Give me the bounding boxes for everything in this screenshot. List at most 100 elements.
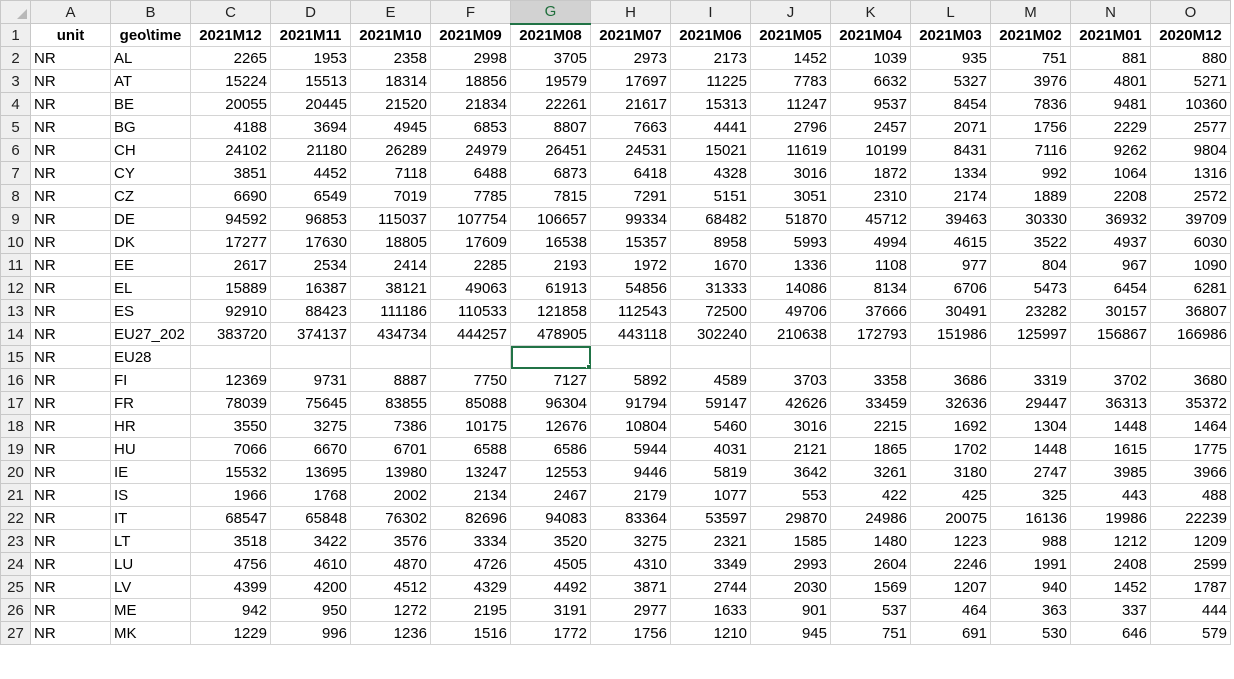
cell-n25[interactable]: 1452 (1070, 575, 1151, 599)
cell-g18[interactable]: 12676 (510, 414, 591, 438)
cell-n13[interactable]: 30157 (1070, 299, 1151, 323)
cell-b1[interactable]: geo\time (110, 23, 191, 47)
cell-l10[interactable]: 4615 (910, 230, 991, 254)
cell-l27[interactable]: 691 (910, 621, 991, 645)
cell-n9[interactable]: 36932 (1070, 207, 1151, 231)
cell-a12[interactable]: NR (30, 276, 111, 300)
cell-i18[interactable]: 5460 (670, 414, 751, 438)
cell-m4[interactable]: 7836 (990, 92, 1071, 116)
cell-k14[interactable]: 172793 (830, 322, 911, 346)
cell-e9[interactable]: 115037 (350, 207, 431, 231)
cell-o26[interactable]: 444 (1150, 598, 1231, 622)
cell-l24[interactable]: 2246 (910, 552, 991, 576)
cell-c16[interactable]: 12369 (190, 368, 271, 392)
cell-k22[interactable]: 24986 (830, 506, 911, 530)
cell-n1[interactable]: 2021M01 (1070, 23, 1151, 47)
row-header[interactable]: 12 (0, 276, 31, 300)
cell-a18[interactable]: NR (30, 414, 111, 438)
cell-n2[interactable]: 881 (1070, 46, 1151, 70)
cell-g9[interactable]: 106657 (510, 207, 591, 231)
cell-k24[interactable]: 2604 (830, 552, 911, 576)
cell-m17[interactable]: 29447 (990, 391, 1071, 415)
cell-a5[interactable]: NR (30, 115, 111, 139)
column-header-j[interactable]: J (750, 0, 831, 24)
cell-n21[interactable]: 443 (1070, 483, 1151, 507)
cell-d7[interactable]: 4452 (270, 161, 351, 185)
cell-c1[interactable]: 2021M12 (190, 23, 271, 47)
cell-c7[interactable]: 3851 (190, 161, 271, 185)
cell-n15[interactable] (1070, 345, 1151, 369)
cell-l2[interactable]: 935 (910, 46, 991, 70)
cell-n19[interactable]: 1615 (1070, 437, 1151, 461)
cell-d15[interactable] (270, 345, 351, 369)
cell-i2[interactable]: 2173 (670, 46, 751, 70)
cell-b15[interactable]: EU28 (110, 345, 191, 369)
cell-c12[interactable]: 15889 (190, 276, 271, 300)
cell-o19[interactable]: 1775 (1150, 437, 1231, 461)
cell-g27[interactable]: 1772 (510, 621, 591, 645)
cell-k19[interactable]: 1865 (830, 437, 911, 461)
cell-i8[interactable]: 5151 (670, 184, 751, 208)
cell-b7[interactable]: CY (110, 161, 191, 185)
cell-k8[interactable]: 2310 (830, 184, 911, 208)
cell-g24[interactable]: 4505 (510, 552, 591, 576)
cell-c2[interactable]: 2265 (190, 46, 271, 70)
cell-j12[interactable]: 14086 (750, 276, 831, 300)
cell-e6[interactable]: 26289 (350, 138, 431, 162)
row-header[interactable]: 26 (0, 598, 31, 622)
cell-a4[interactable]: NR (30, 92, 111, 116)
cell-e17[interactable]: 83855 (350, 391, 431, 415)
cell-k3[interactable]: 6632 (830, 69, 911, 93)
cell-f13[interactable]: 110533 (430, 299, 511, 323)
cell-l3[interactable]: 5327 (910, 69, 991, 93)
cell-j16[interactable]: 3703 (750, 368, 831, 392)
cell-j24[interactable]: 2993 (750, 552, 831, 576)
row-header[interactable]: 19 (0, 437, 31, 461)
cell-f8[interactable]: 7785 (430, 184, 511, 208)
cell-c26[interactable]: 942 (190, 598, 271, 622)
cell-c24[interactable]: 4756 (190, 552, 271, 576)
cell-h25[interactable]: 3871 (590, 575, 671, 599)
cell-b10[interactable]: DK (110, 230, 191, 254)
cell-n26[interactable]: 337 (1070, 598, 1151, 622)
cell-o12[interactable]: 6281 (1150, 276, 1231, 300)
cell-k23[interactable]: 1480 (830, 529, 911, 553)
column-header-a[interactable]: A (30, 0, 111, 24)
cell-c14[interactable]: 383720 (190, 322, 271, 346)
cell-b20[interactable]: IE (110, 460, 191, 484)
cell-a14[interactable]: NR (30, 322, 111, 346)
cell-n24[interactable]: 2408 (1070, 552, 1151, 576)
cell-n7[interactable]: 1064 (1070, 161, 1151, 185)
cell-i26[interactable]: 1633 (670, 598, 751, 622)
cell-k20[interactable]: 3261 (830, 460, 911, 484)
cell-f25[interactable]: 4329 (430, 575, 511, 599)
column-header-b[interactable]: B (110, 0, 191, 24)
cell-n8[interactable]: 2208 (1070, 184, 1151, 208)
row-header[interactable]: 20 (0, 460, 31, 484)
row-header[interactable]: 5 (0, 115, 31, 139)
cell-m14[interactable]: 125997 (990, 322, 1071, 346)
cell-f20[interactable]: 13247 (430, 460, 511, 484)
row-header[interactable]: 24 (0, 552, 31, 576)
cell-b18[interactable]: HR (110, 414, 191, 438)
cell-i4[interactable]: 15313 (670, 92, 751, 116)
cell-l18[interactable]: 1692 (910, 414, 991, 438)
cell-j6[interactable]: 11619 (750, 138, 831, 162)
cell-c13[interactable]: 92910 (190, 299, 271, 323)
cell-k6[interactable]: 10199 (830, 138, 911, 162)
cell-c17[interactable]: 78039 (190, 391, 271, 415)
cell-m15[interactable] (990, 345, 1071, 369)
cell-c25[interactable]: 4399 (190, 575, 271, 599)
cell-a3[interactable]: NR (30, 69, 111, 93)
cell-g11[interactable]: 2193 (510, 253, 591, 277)
cell-j7[interactable]: 3016 (750, 161, 831, 185)
cell-k9[interactable]: 45712 (830, 207, 911, 231)
row-header[interactable]: 15 (0, 345, 31, 369)
row-header[interactable]: 2 (0, 46, 31, 70)
cell-j10[interactable]: 5993 (750, 230, 831, 254)
cell-i9[interactable]: 68482 (670, 207, 751, 231)
cell-f21[interactable]: 2134 (430, 483, 511, 507)
row-header[interactable]: 11 (0, 253, 31, 277)
cell-f22[interactable]: 82696 (430, 506, 511, 530)
row-header[interactable]: 4 (0, 92, 31, 116)
